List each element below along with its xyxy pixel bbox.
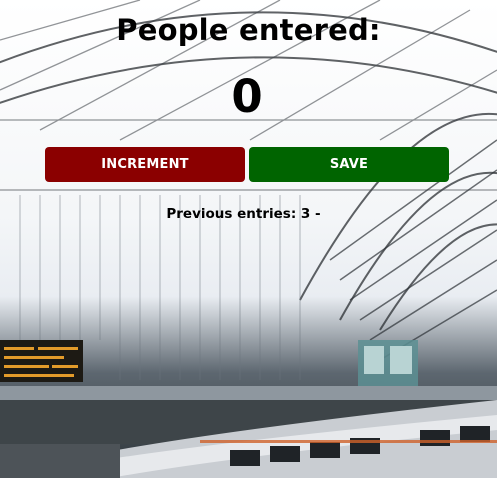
increment-button[interactable]: INCREMENT: [45, 147, 245, 182]
page-title: People entered:: [116, 13, 381, 47]
people-counter-app: People entered: 0 INCREMENT SAVE Previou…: [0, 0, 497, 478]
previous-entries-text: Previous entries: 3 -: [166, 206, 321, 222]
count-display: 0: [231, 70, 263, 123]
save-button[interactable]: SAVE: [249, 147, 449, 182]
